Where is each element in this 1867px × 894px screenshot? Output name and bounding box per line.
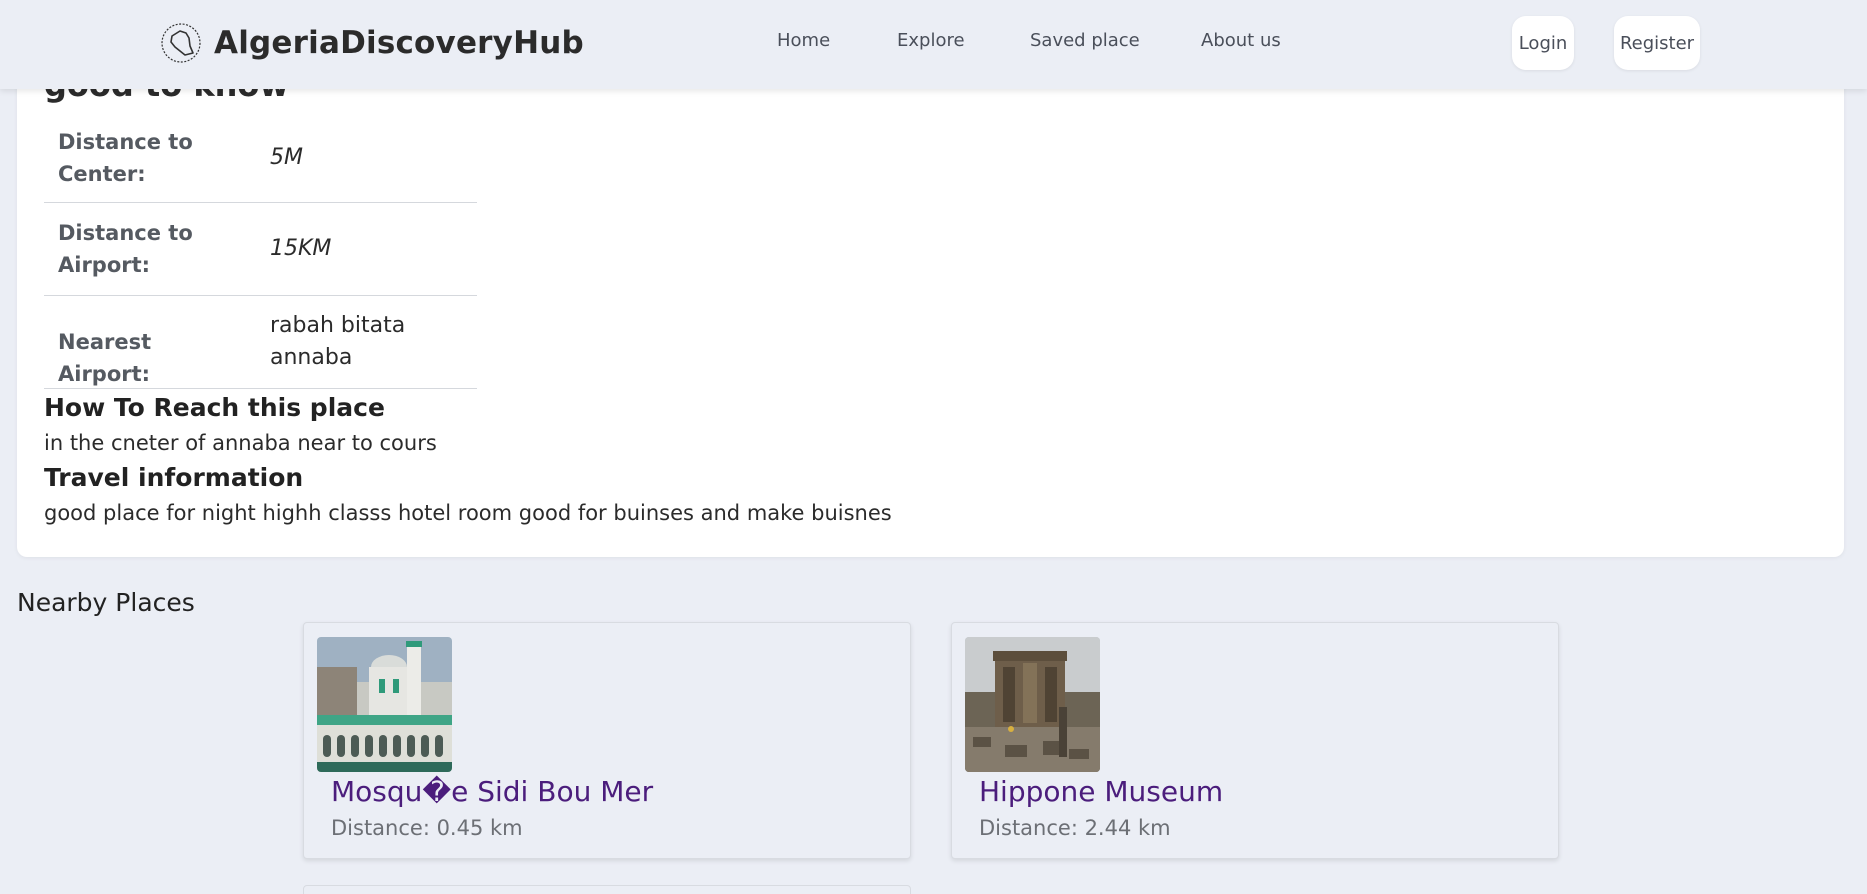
info-table: Distance to Center: 5M Distance to Airpo… [44,120,477,389]
brand[interactable]: AlgeriaDiscoveryHub [160,22,584,64]
distance-center-value: 5M [270,145,303,170]
table-row: Distance to Airport: 15KM [44,203,477,296]
nearest-airport-label: Nearest Airport: [58,330,152,386]
nav-link-explore[interactable]: Explore [897,30,965,51]
nearby-places-title: Nearby Places [17,588,195,617]
museum-ruins-photo[interactable] [965,637,1100,772]
brand-name: AlgeriaDiscoveryHub [214,25,584,61]
distance-center-label: Distance to Center: [58,130,193,186]
place-distance: Distance: 2.44 km [979,816,1171,840]
distance-airport-value: 15KM [270,236,332,261]
nav-link-saved-place[interactable]: Saved place [1030,30,1140,51]
table-row: Nearest Airport: rabah bitata annaba [44,296,477,389]
nearby-place-card[interactable]: Hippone Museum Distance: 2.44 km [951,622,1559,859]
place-link-hippone-museum[interactable]: Hippone Museum [979,775,1223,808]
travel-heading: Travel information [44,463,304,492]
login-button[interactable]: Login [1512,16,1574,70]
table-row: Distance to Center: 5M [44,120,477,203]
top-navbar: AlgeriaDiscoveryHub Home Explore Saved p… [0,0,1867,89]
reach-text: in the cneter of annaba near to cours [44,431,437,455]
place-link-mosque[interactable]: Mosqu�e Sidi Bou Mer [331,775,653,808]
nearby-place-card[interactable] [303,885,911,894]
algeria-map-icon [161,23,201,63]
nearest-airport-value: rabah bitata annaba [270,313,406,370]
register-button[interactable]: Register [1614,16,1700,70]
distance-airport-label: Distance to Airport: [58,221,193,277]
nav-link-about-us[interactable]: About us [1201,30,1281,51]
reach-heading: How To Reach this place [44,393,385,422]
place-distance: Distance: 0.45 km [331,816,523,840]
travel-text: good place for night highh classs hotel … [44,501,892,525]
nav-link-home[interactable]: Home [777,30,830,51]
mosque-photo[interactable] [317,637,452,772]
nearby-place-card[interactable]: Mosqu�e Sidi Bou Mer Distance: 0.45 km [303,622,911,859]
